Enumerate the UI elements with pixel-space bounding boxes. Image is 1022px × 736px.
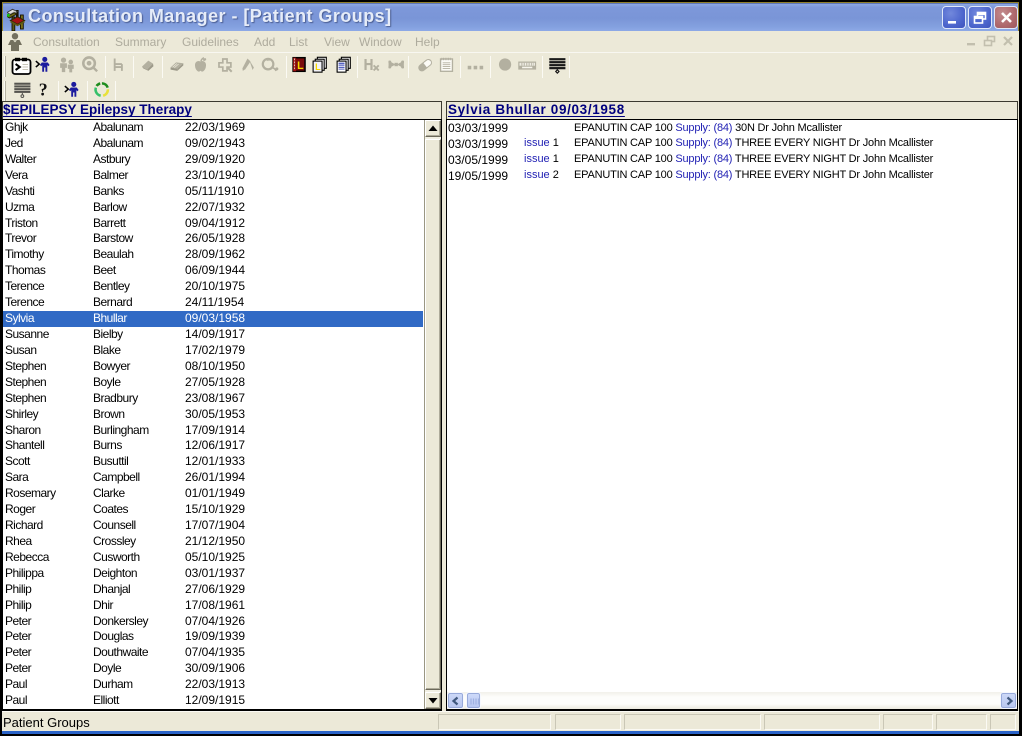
svg-text:L: L — [297, 60, 304, 72]
svg-text:L: L — [315, 62, 321, 72]
svg-text:?: ? — [39, 81, 48, 99]
